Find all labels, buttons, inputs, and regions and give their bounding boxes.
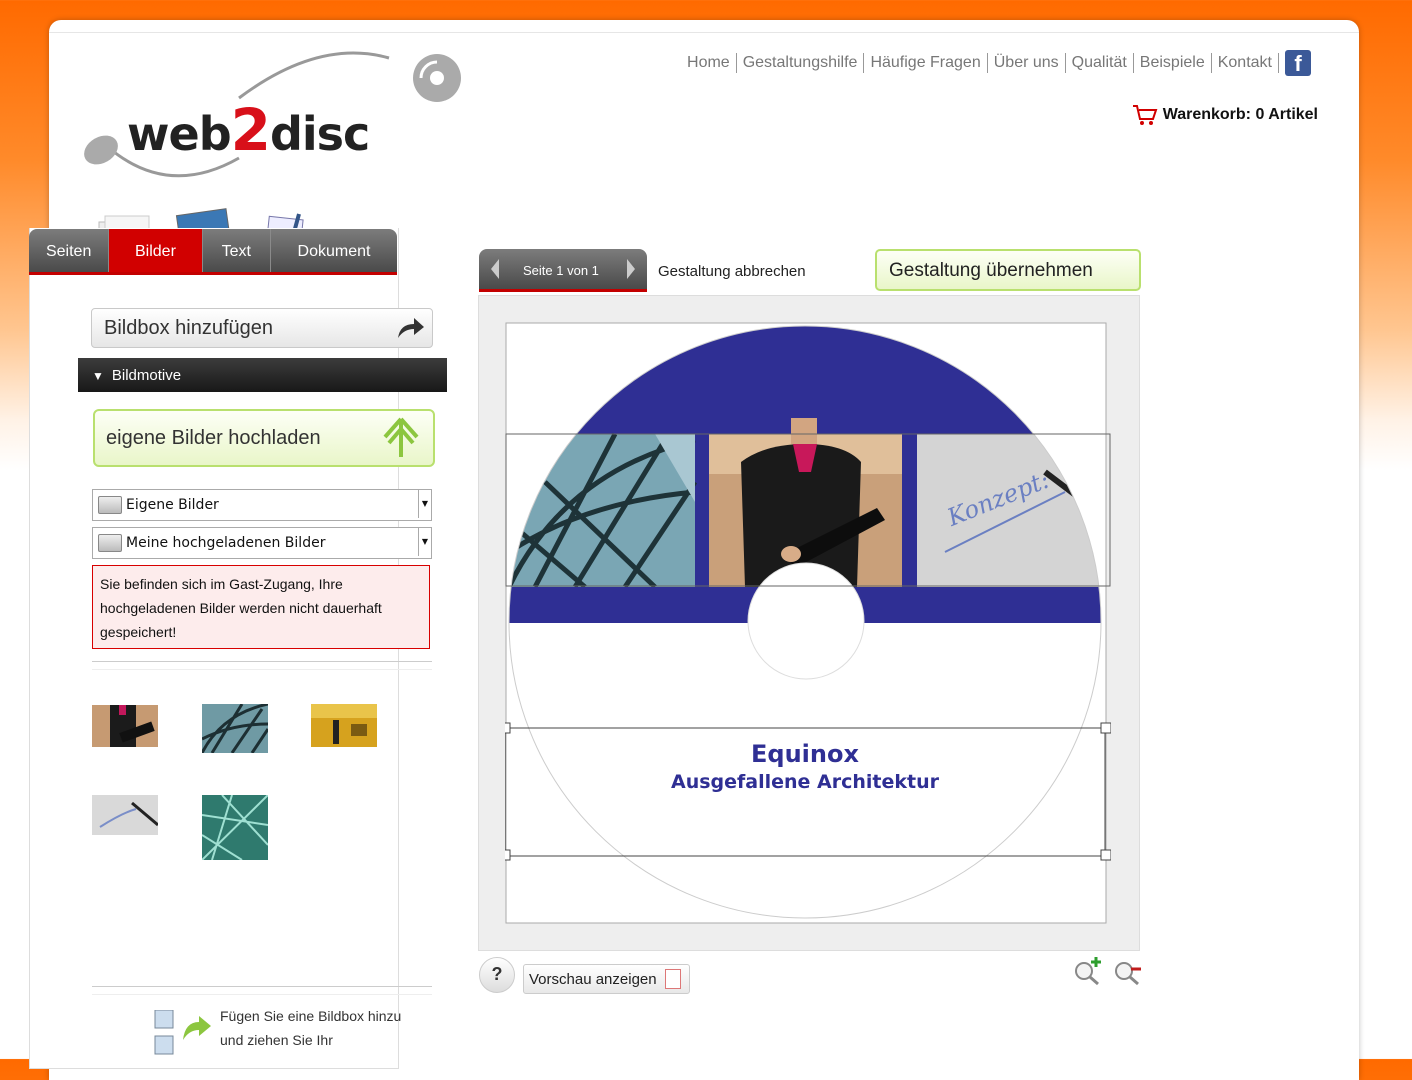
guest-warning: Sie befinden sich im Gast-Zugang, Ihre h… <box>92 565 430 649</box>
nav-quality[interactable]: Qualität <box>1066 53 1134 73</box>
image-source-value: Eigene Bilder <box>126 497 219 513</box>
facebook-icon[interactable]: f <box>1285 50 1311 76</box>
apply-design-label: Gestaltung übernehmen <box>889 260 1093 281</box>
section-bildmotive[interactable]: ▼ Bildmotive <box>78 358 447 392</box>
redo-arrow-icon <box>398 318 424 338</box>
image-folder-value: Meine hochgeladenen Bilder <box>126 535 326 551</box>
resize-handle <box>1100 722 1111 734</box>
cart-icon <box>1132 105 1158 125</box>
thumbnail-glass-dome[interactable] <box>202 704 268 753</box>
resize-handle <box>505 849 511 861</box>
page-top-line <box>49 32 1359 33</box>
folder-icon <box>98 496 122 514</box>
divider <box>92 994 432 995</box>
tool-tabs: Seiten Bilder Text Dokument <box>29 229 397 275</box>
thumbnail-green-structure[interactable] <box>202 795 268 860</box>
resize-handle <box>1100 849 1111 861</box>
logo-text: web2disc <box>127 96 370 164</box>
pdf-icon <box>664 969 681 989</box>
resize-handle <box>505 722 511 734</box>
nav-gestaltungshilfe[interactable]: Gestaltungshilfe <box>737 53 865 73</box>
thumbnail-yellow-room[interactable] <box>311 704 377 747</box>
help-button[interactable]: ? <box>479 957 515 993</box>
tab-text[interactable]: Text <box>203 229 272 272</box>
upload-arrow-icon <box>383 417 419 457</box>
page-indicator: Seite 1 von 1 <box>523 263 599 278</box>
add-image-box-button[interactable]: Bildbox hinzufügen <box>91 308 433 348</box>
tab-bilder[interactable]: Bilder <box>109 229 203 272</box>
upload-label: eigene Bilder hochladen <box>106 427 321 449</box>
page-navigator: Seite 1 von 1 <box>479 249 647 292</box>
collapse-triangle-icon: ▼ <box>92 369 104 383</box>
preview-label: Vorschau anzeigen <box>529 971 657 988</box>
cart-link[interactable]: Warenkorb: 0 Artikel <box>1132 104 1318 126</box>
thumbnail-concept-note[interactable] <box>92 795 158 835</box>
image-folder-select[interactable]: Meine hochgeladenen Bilder ▼ <box>92 527 432 559</box>
cart-label: Warenkorb: 0 Artikel <box>1162 106 1318 123</box>
add-image-box-label: Bildbox hinzufügen <box>104 317 274 339</box>
upload-images-button[interactable]: eigene Bilder hochladen <box>93 409 435 467</box>
top-navigation: Home Gestaltungshilfe Häufige Fragen Übe… <box>681 50 1311 76</box>
divider <box>92 661 432 662</box>
tab-dokument[interactable]: Dokument <box>271 229 397 272</box>
zoom-in-icon[interactable] <box>1073 956 1103 986</box>
nav-examples[interactable]: Beispiele <box>1134 53 1212 73</box>
disc-title: Equinox <box>751 740 859 768</box>
divider <box>92 986 432 987</box>
folder-icon <box>98 534 122 552</box>
image-source-select[interactable]: Eigene Bilder ▼ <box>92 489 432 521</box>
nav-about[interactable]: Über uns <box>988 53 1066 73</box>
dropdown-arrow-icon: ▼ <box>418 490 431 518</box>
section-title: Bildmotive <box>111 367 182 384</box>
tab-seiten[interactable]: Seiten <box>29 229 110 272</box>
prev-page-icon[interactable] <box>489 257 501 281</box>
apply-design-button[interactable]: Gestaltung übernehmen <box>875 249 1141 291</box>
preview-button[interactable]: Vorschau anzeigen <box>523 964 690 994</box>
thumbnail-businesswoman[interactable] <box>92 705 158 747</box>
zoom-out-icon[interactable] <box>1113 956 1143 986</box>
next-page-icon[interactable] <box>625 257 637 281</box>
nav-contact[interactable]: Kontakt <box>1212 53 1279 73</box>
divider <box>92 669 432 670</box>
help-text: Fügen Sie eine Bildbox hinzu und ziehen … <box>220 1008 402 1048</box>
dropdown-arrow-icon: ▼ <box>418 528 431 556</box>
image-businesswoman <box>709 418 902 587</box>
logo[interactable]: web2disc <box>79 38 469 188</box>
disc-canvas[interactable]: Konzept: Equinox Ausgefallene Architektu… <box>505 322 1111 924</box>
cancel-design-link[interactable]: Gestaltung abbrechen <box>658 263 806 280</box>
disc-subtitle: Ausgefallene Architektur <box>671 771 940 793</box>
disc-center-hole <box>747 562 865 680</box>
add-image-box-hint-icon <box>154 1010 211 1055</box>
nav-home[interactable]: Home <box>681 53 737 73</box>
nav-faq[interactable]: Häufige Fragen <box>864 53 988 73</box>
